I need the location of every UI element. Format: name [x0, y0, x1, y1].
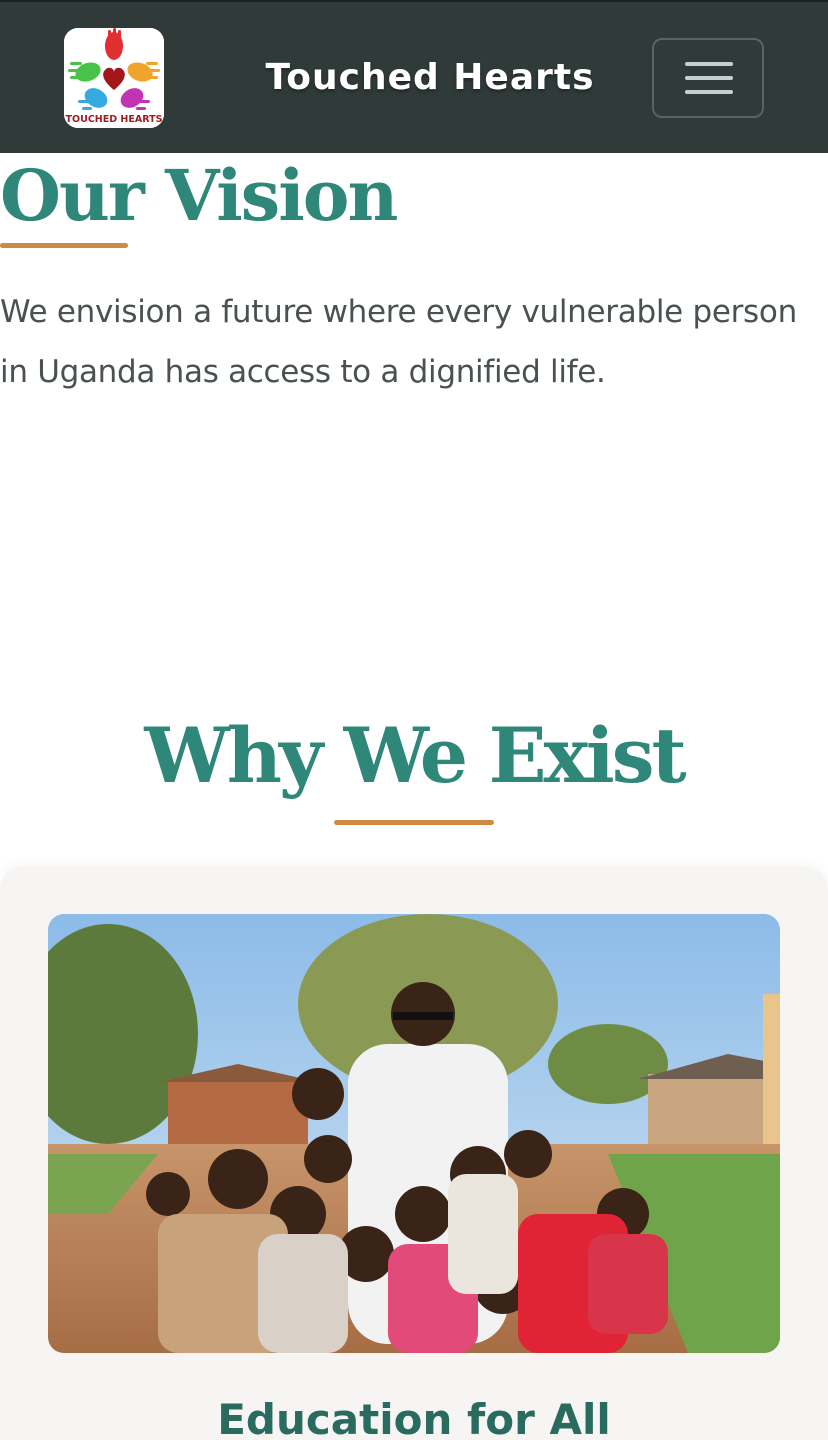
brand-logo[interactable]: TOUCHED HEARTS: [64, 28, 164, 128]
vision-title: Our Vision: [0, 154, 398, 237]
vision-text: We envision a future where every vulnera…: [0, 294, 797, 390]
children-group-photo: [48, 914, 780, 1353]
why-title-underline: [334, 820, 494, 825]
hamburger-menu-icon-bar: [685, 76, 733, 80]
education-photo: [48, 914, 780, 1353]
hamburger-menu-icon: [685, 62, 733, 66]
card-title: Education for All: [217, 1395, 611, 1440]
touched-hearts-logo-icon: TOUCHED HEARTS: [64, 28, 164, 128]
navbar: TOUCHED HEARTS Touched Hearts: [0, 0, 828, 153]
vision-title-underline: [0, 243, 128, 248]
menu-toggle-button[interactable]: [652, 38, 764, 118]
hamburger-menu-icon-bar: [685, 90, 733, 94]
brand-title[interactable]: Touched Hearts: [250, 54, 610, 102]
svg-text:TOUCHED HEARTS: TOUCHED HEARTS: [66, 114, 163, 125]
why-we-exist-title: Why We Exist: [144, 711, 686, 800]
